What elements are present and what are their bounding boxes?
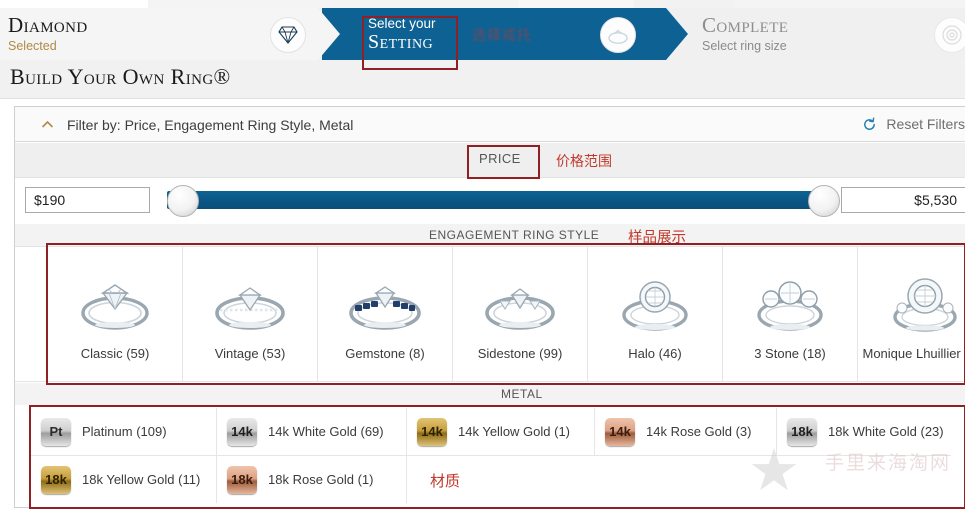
progress-steps: Diamond Selected Select your Setting 选择戒… <box>0 8 965 70</box>
ring-icon <box>600 17 636 53</box>
ring-monique-icon <box>858 255 965 343</box>
step-arrow <box>666 8 688 60</box>
annotation-price-cn: 价格范围 <box>556 154 612 170</box>
browser-top-strip <box>0 0 965 8</box>
metal-chip-pt-icon: Pt <box>41 417 71 446</box>
style-section-header: ENGAGEMENT RING STYLE 样品展示 <box>15 224 965 246</box>
style-heading: ENGAGEMENT RING STYLE <box>429 228 600 242</box>
metal-option-label: 14k White Gold (69) <box>268 424 384 439</box>
metal-option-platinum[interactable]: Pt Platinum (109) <box>31 408 217 455</box>
metal-option-label: 18k White Gold (23) <box>828 424 944 439</box>
style-card-label: Gemstone (8) <box>345 346 425 361</box>
ring-size-icon <box>934 17 965 53</box>
reset-filters-button[interactable]: Reset Filters <box>862 116 965 132</box>
metal-option-18k-rose-gold[interactable]: 18k 18k Rose Gold (1) <box>217 456 407 503</box>
metal-row: 18k 18k Yellow Gold (11) 18k 18k Rose Go… <box>31 456 951 503</box>
step-complete[interactable]: Complete Select ring size <box>670 8 965 60</box>
metal-option-label: 18k Rose Gold (1) <box>268 472 374 487</box>
annotation-metal-cn: 材质 <box>430 472 461 490</box>
metal-option-18k-yellow-gold[interactable]: 18k 18k Yellow Gold (11) <box>31 456 217 503</box>
highlight-box-setting <box>362 16 458 70</box>
filter-summary-text: Filter by: Price, Engagement Ring Style,… <box>67 117 354 133</box>
metal-option-14k-rose-gold[interactable]: 14k 14k Rose Gold (3) <box>595 408 777 455</box>
style-card-monique-lhuillier[interactable]: Monique Lhuillier (22) <box>858 247 965 381</box>
metal-option-14k-yellow-gold[interactable]: 14k 14k Yellow Gold (1) <box>407 408 595 455</box>
annotation-style-cn: 样品展示 <box>628 230 686 246</box>
metal-option-list: Pt Platinum (109) 14k 14k White Gold (69… <box>15 406 965 506</box>
style-card-label: Sidestone (99) <box>477 346 563 361</box>
page-title: Build Your Own Ring® <box>10 64 231 89</box>
price-slider-track[interactable] <box>167 191 837 209</box>
top-strip-seg <box>148 0 301 8</box>
top-strip-seg <box>518 0 635 8</box>
step-arrow <box>318 8 340 60</box>
style-card-gemstone[interactable]: Gemstone (8) <box>318 247 453 381</box>
step-diamond-subtitle: Selected <box>8 39 57 53</box>
filter-panel: Filter by: Price, Engagement Ring Style,… <box>14 106 965 509</box>
filter-summary-bar[interactable]: Filter by: Price, Engagement Ring Style,… <box>15 107 965 142</box>
top-strip-seg <box>0 0 149 8</box>
diamond-icon <box>270 17 306 53</box>
metal-chip-18k-icon: 18k <box>787 417 817 446</box>
style-card-label: Classic (59) <box>80 346 150 361</box>
annotation-setting-cn: 选择戒托 <box>472 28 532 44</box>
price-min-input[interactable]: $190 <box>25 187 150 213</box>
reset-icon <box>862 116 877 132</box>
style-card-list: Classic (59) Vintage (53) Gemstone (8) S… <box>15 246 965 382</box>
metal-heading: METAL <box>501 387 543 401</box>
page-heading-bar: Build Your Own Ring® <box>0 60 965 99</box>
step-diamond[interactable]: Diamond Selected <box>0 8 340 60</box>
price-slider-max-handle[interactable] <box>808 185 840 217</box>
style-card-vintage[interactable]: Vintage (53) <box>183 247 318 381</box>
style-card-sidestone[interactable]: Sidestone (99) <box>453 247 588 381</box>
ring-sidestone-icon <box>453 255 587 343</box>
step-diamond-title: Diamond <box>8 13 88 37</box>
metal-chip-18k-icon: 18k <box>227 465 257 494</box>
metal-section-header: METAL <box>15 383 965 405</box>
top-strip-seg <box>300 0 519 8</box>
reset-filters-label: Reset Filters <box>886 116 965 132</box>
metal-option-18k-white-gold[interactable]: 18k 18k White Gold (23) <box>777 408 951 455</box>
metal-option-label: 14k Yellow Gold (1) <box>458 424 571 439</box>
style-card-label: Monique Lhuillier (22) <box>862 346 965 361</box>
step-complete-subtitle: Select ring size <box>702 39 787 53</box>
metal-option-label: 14k Rose Gold (3) <box>646 424 752 439</box>
price-max-input[interactable]: $5,530 <box>841 187 965 213</box>
ring-vintage-icon <box>183 255 317 343</box>
top-strip-seg <box>634 0 735 8</box>
ring-classic-icon <box>48 255 182 343</box>
style-card-label: 3 Stone (18) <box>754 346 826 361</box>
price-slider-min-handle[interactable] <box>167 185 199 217</box>
metal-chip-14k-icon: 14k <box>417 417 447 446</box>
step-complete-title: Complete <box>702 13 789 37</box>
price-slider-row: $190 $5,530 <box>15 179 965 223</box>
metal-option-14k-white-gold[interactable]: 14k 14k White Gold (69) <box>217 408 407 455</box>
ring-3stone-icon <box>723 255 857 343</box>
price-section-header: PRICE 价格范围 <box>15 143 965 179</box>
metal-option-label: Platinum (109) <box>82 424 167 439</box>
ring-gemstone-icon <box>318 255 452 343</box>
metal-chip-18k-icon: 18k <box>41 465 71 494</box>
style-card-halo[interactable]: Halo (46) <box>588 247 723 381</box>
metal-option-label: 18k Yellow Gold (11) <box>82 472 201 487</box>
metal-chip-14k-icon: 14k <box>605 417 635 446</box>
style-card-classic[interactable]: Classic (59) <box>48 247 183 381</box>
style-card-label: Halo (46) <box>628 346 682 361</box>
top-strip-seg <box>734 0 965 8</box>
metal-row: Pt Platinum (109) 14k 14k White Gold (69… <box>31 408 951 456</box>
ring-halo-icon <box>588 255 722 343</box>
style-card-3stone[interactable]: 3 Stone (18) <box>723 247 858 381</box>
metal-chip-14k-icon: 14k <box>227 417 257 446</box>
chevron-up-icon[interactable] <box>41 118 54 131</box>
style-card-label: Vintage (53) <box>214 346 286 361</box>
highlight-box-price <box>467 145 540 179</box>
